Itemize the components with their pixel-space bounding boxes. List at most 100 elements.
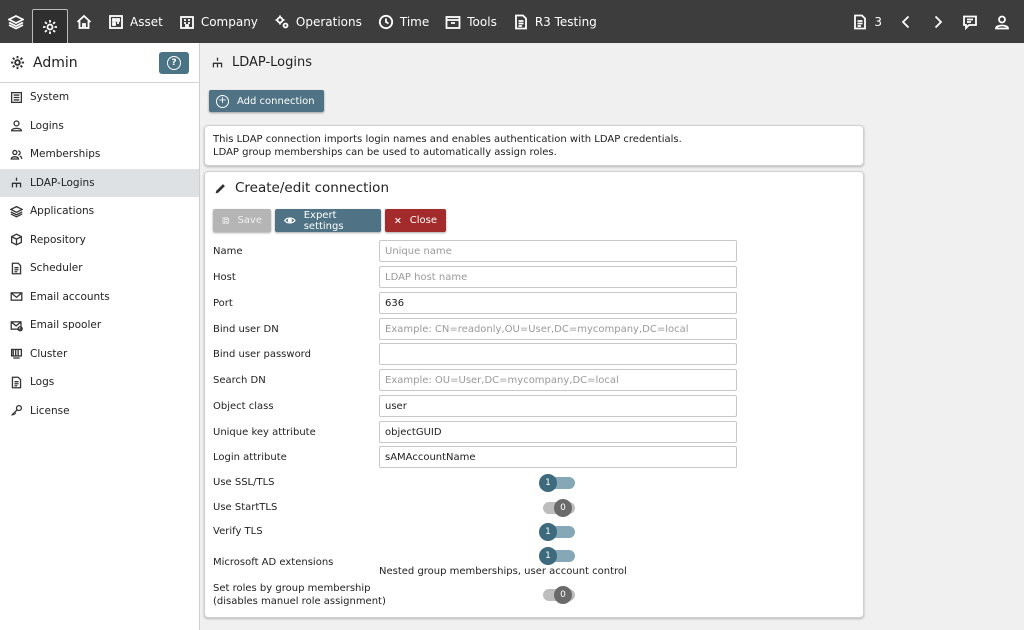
- port-label: Port: [213, 298, 233, 309]
- microsoft-ad-extensions-toggle[interactable]: 1: [539, 547, 575, 565]
- sidebar-item-label: Scheduler: [30, 262, 83, 275]
- topbar-layers-button[interactable]: [0, 0, 32, 43]
- topbar-admin-button[interactable]: [32, 9, 68, 43]
- gear-icon: [10, 55, 25, 70]
- chevron-right-icon: [934, 15, 943, 28]
- host-input[interactable]: [379, 266, 737, 288]
- topbar-messages-button[interactable]: [954, 0, 986, 43]
- hierarchy-icon: [212, 57, 223, 68]
- object-class-input[interactable]: [379, 395, 737, 417]
- sidebar-item-label: Email spooler: [30, 319, 102, 332]
- sidebar-item-label: Email accounts: [30, 290, 110, 303]
- scheduler-icon: [11, 262, 22, 275]
- chat-icon: [963, 15, 977, 30]
- info-box: This LDAP connection imports login names…: [204, 125, 864, 166]
- save-button[interactable]: Save: [213, 209, 271, 232]
- sidebar-item-license[interactable]: License: [0, 397, 199, 426]
- operations-icon: [275, 15, 289, 28]
- sidebar-item-label: Logins: [30, 119, 64, 132]
- help-icon: ?: [167, 55, 181, 70]
- toggle-knob: 0: [554, 499, 572, 517]
- expert-settings-button[interactable]: Expert settings: [275, 209, 381, 232]
- asset-icon: [109, 14, 123, 29]
- topbar-asset-button[interactable]: Asset: [100, 0, 171, 43]
- topbar-tools-label: Tools: [467, 14, 497, 29]
- sidebar-item-system[interactable]: System: [0, 83, 199, 112]
- sidebar-item-label: Applications: [30, 205, 95, 218]
- topbar-operations-button[interactable]: Operations: [266, 0, 370, 43]
- topbar-back-button[interactable]: [890, 0, 922, 43]
- topbar-company-button[interactable]: Company: [171, 0, 266, 43]
- name-input[interactable]: [379, 240, 737, 262]
- login-attribute-label: Login attribute: [213, 452, 287, 463]
- use-ssl-tls-toggle[interactable]: 1: [539, 474, 575, 492]
- sidebar-item-applications[interactable]: Applications: [0, 197, 199, 226]
- topbar-time-button[interactable]: Time: [370, 0, 437, 43]
- gear-icon: [43, 19, 57, 34]
- users-icon: [10, 149, 23, 160]
- toggle-knob: 0: [554, 586, 572, 604]
- set-roles-toggle[interactable]: 0: [539, 586, 575, 604]
- topbar-r3-testing-button[interactable]: R3 Testing: [505, 0, 605, 43]
- sidebar-title: Admin: [33, 54, 78, 71]
- expert-settings-label: Expert settings: [303, 209, 344, 232]
- layers-icon: [10, 205, 23, 218]
- bind-user-dn-input[interactable]: [379, 318, 737, 340]
- eye-icon: [284, 217, 296, 224]
- topbar-company-label: Company: [200, 14, 258, 29]
- document-icon: [854, 14, 867, 29]
- sidebar-item-cluster[interactable]: Cluster: [0, 340, 199, 369]
- sidebar-item-email-spooler[interactable]: Email spooler: [0, 311, 199, 340]
- save-icon: [222, 217, 229, 224]
- info-text-line2: LDAP group memberships can be used to au…: [213, 147, 557, 158]
- system-icon: [10, 91, 23, 103]
- bind-user-password-label: Bind user password: [213, 349, 311, 360]
- login-attribute-input[interactable]: [379, 446, 737, 468]
- help-button[interactable]: ?: [159, 51, 189, 74]
- verify-tls-toggle[interactable]: 1: [539, 523, 575, 541]
- sidebar-item-ldap-logins[interactable]: LDAP-Logins: [0, 168, 199, 197]
- connection-form: Create/edit connection Save Expert setti…: [204, 171, 864, 618]
- topbar-asset-label: Asset: [130, 14, 163, 29]
- topbar-forward-button[interactable]: [922, 0, 954, 43]
- unique-key-attribute-input[interactable]: [379, 421, 737, 443]
- ad-extensions-hint: Nested group memberships, user account c…: [379, 566, 627, 577]
- search-dn-input[interactable]: [379, 369, 737, 391]
- key-icon: [11, 405, 23, 417]
- sidebar-item-scheduler[interactable]: Scheduler: [0, 254, 199, 283]
- search-dn-label: Search DN: [213, 375, 266, 386]
- add-connection-button[interactable]: + Add connection: [209, 90, 324, 112]
- topbar-home-button[interactable]: [68, 0, 100, 43]
- add-connection-label: Add connection: [237, 95, 315, 107]
- bind-user-password-input[interactable]: [379, 343, 737, 365]
- topbar-user-button[interactable]: [986, 0, 1018, 43]
- cluster-icon: [10, 349, 23, 359]
- sidebar-item-email-accounts[interactable]: Email accounts: [0, 283, 199, 312]
- sidebar-item-repository[interactable]: Repository: [0, 226, 199, 255]
- use-starttls-label: Use StartTLS: [213, 502, 278, 513]
- sidebar-item-logs[interactable]: Logs: [0, 368, 199, 397]
- use-starttls-toggle[interactable]: 0: [539, 499, 575, 517]
- microsoft-ad-extensions-label: Microsoft AD extensions: [213, 557, 334, 568]
- topbar-tools-button[interactable]: Tools: [437, 0, 505, 43]
- sidebar-item-logins[interactable]: Logins: [0, 112, 199, 141]
- user-icon: [10, 120, 23, 132]
- toggle-knob: 1: [539, 474, 557, 492]
- sidebar-item-label: License: [30, 404, 70, 417]
- port-input[interactable]: [379, 292, 737, 314]
- host-label: Host: [213, 272, 236, 283]
- topbar-time-label: Time: [399, 14, 430, 29]
- form-title-text: Create/edit connection: [235, 180, 389, 196]
- pencil-icon: [215, 183, 225, 193]
- tools-icon: [445, 15, 461, 29]
- topbar-documents-button[interactable]: 3: [844, 0, 890, 43]
- main-content: LDAP-Logins + Add connection This LDAP c…: [200, 43, 1024, 630]
- close-button[interactable]: Close: [385, 209, 446, 232]
- document-count: 3: [874, 14, 882, 29]
- sidebar-item-label: Cluster: [30, 347, 68, 360]
- sidebar-item-memberships[interactable]: Memberships: [0, 140, 199, 169]
- use-ssl-tls-label: Use SSL/TLS: [213, 477, 275, 488]
- chevron-left-icon: [901, 15, 910, 28]
- object-class-label: Object class: [213, 401, 274, 412]
- user-icon: [995, 15, 1009, 29]
